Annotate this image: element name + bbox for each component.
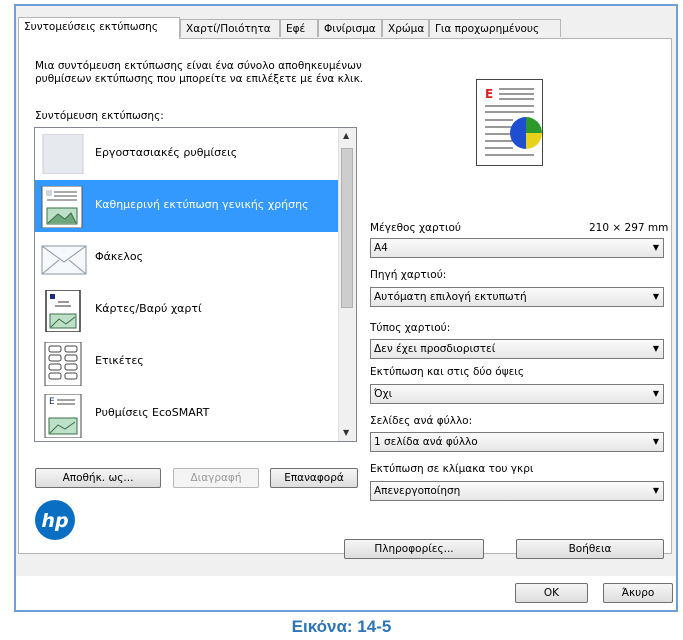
paper-source-value: Αυτόματη επιλογή εκτυπωτή — [374, 291, 527, 303]
shortcuts-label: Συντόμευση εκτύπωσης: — [35, 110, 164, 122]
tab-paper-quality[interactable]: Χαρτί/Ποιότητα — [180, 19, 280, 37]
preview-letter: E — [485, 87, 493, 101]
page-preview: E — [476, 79, 543, 166]
paper-source-label: Πηγή χαρτιού: — [370, 269, 447, 281]
chevron-down-icon: ▼ — [652, 292, 659, 301]
card-icon — [45, 290, 81, 332]
shortcuts-description: Μια συντόμευση εκτύπωσης είναι ένα σύνολ… — [35, 60, 364, 85]
chevron-down-icon: ▼ — [652, 437, 659, 446]
chevron-down-icon: ▼ — [652, 389, 659, 398]
shortcut-label: Ρυθμίσεις EcoSMART — [95, 406, 210, 419]
paper-type-label: Τύπος χαρτιού: — [370, 322, 451, 334]
shortcut-factory-defaults[interactable]: Εργοστασιακές ρυθμίσεις — [35, 128, 339, 180]
shortcut-ecosmart[interactable]: E Ρυθμίσεις EcoSMART — [35, 388, 339, 440]
tab-print-shortcuts[interactable]: Συντομεύσεις εκτύπωσης — [18, 17, 180, 39]
scroll-down-arrow-icon[interactable]: ▼ — [343, 428, 349, 437]
info-button[interactable]: Πληροφορίες... — [344, 539, 484, 559]
scroll-thumb[interactable] — [341, 148, 353, 308]
save-as-button[interactable]: Αποθήκ. ως... — [35, 468, 161, 488]
shortcuts-list[interactable]: Εργοστασιακές ρυθμίσεις Καθημερινή εκτύπ… — [34, 127, 357, 442]
ok-button[interactable]: OK — [515, 583, 588, 603]
blank-page-icon — [42, 134, 84, 174]
shortcut-label: Εργοστασιακές ρυθμίσεις — [95, 146, 238, 159]
chevron-down-icon: ▼ — [652, 486, 659, 495]
shortcut-label: Καθημερινή εκτύπωση γενικής χρήσης — [95, 198, 309, 211]
preview-document-icon: E — [485, 87, 542, 156]
ecosmart-icon: E — [44, 394, 82, 438]
chevron-down-icon: ▼ — [652, 243, 659, 252]
tab-advanced[interactable]: Για προχωρημένους — [429, 19, 561, 37]
paper-size-value: A4 — [374, 242, 388, 254]
svg-text:E: E — [49, 397, 55, 407]
paper-type-select[interactable]: Δεν έχει προσδιοριστεί ▼ — [370, 339, 664, 359]
labels-icon — [44, 342, 82, 386]
envelope-icon — [41, 245, 87, 275]
cancel-button[interactable]: Άκυρο — [603, 583, 673, 603]
paper-type-value: Δεν έχει προσδιοριστεί — [374, 343, 496, 355]
paper-source-select[interactable]: Αυτόματη επιλογή εκτυπωτή ▼ — [370, 287, 664, 307]
duplex-label: Εκτύπωση και στις δύο όψεις — [370, 366, 525, 378]
paper-size-dims: 210 × 297 mm — [589, 222, 669, 234]
document-photo-icon — [41, 186, 83, 228]
grayscale-value: Απενεργοποίηση — [374, 485, 461, 497]
shortcut-label: Φάκελος — [95, 250, 144, 263]
pages-per-sheet-label: Σελίδες ανά φύλλο: — [370, 415, 473, 427]
tab-color[interactable]: Χρώμα — [382, 19, 429, 37]
shortcut-label: Ετικέτες — [95, 354, 144, 367]
hp-logo: hp — [35, 500, 75, 540]
shortcut-cards-heavy[interactable]: Κάρτες/Βαρύ χαρτί — [35, 284, 339, 336]
paper-size-label: Μέγεθος χαρτιού — [370, 222, 461, 234]
shortcut-label: Κάρτες/Βαρύ χαρτί — [95, 302, 202, 315]
chevron-down-icon: ▼ — [652, 344, 659, 353]
svg-text:hp: hp — [41, 510, 68, 532]
reset-button[interactable]: Επαναφορά — [270, 468, 358, 488]
shortcut-envelope[interactable]: Φάκελος — [35, 232, 339, 284]
shortcuts-scrollbar[interactable]: ▲ ▼ — [338, 128, 356, 441]
paper-size-select[interactable]: A4 ▼ — [370, 238, 664, 258]
duplex-value: Όχι — [374, 388, 393, 400]
shortcut-everyday-printing[interactable]: Καθημερινή εκτύπωση γενικής χρήσης — [35, 180, 339, 232]
tab-effects[interactable]: Εφέ — [280, 19, 318, 37]
hp-logo-mark: hp — [41, 510, 68, 532]
pages-per-sheet-select[interactable]: 1 σελίδα ανά φύλλο ▼ — [370, 432, 664, 452]
tab-finishing[interactable]: Φινίρισμα — [318, 19, 382, 37]
duplex-select[interactable]: Όχι ▼ — [370, 384, 664, 404]
grayscale-label: Εκτύπωση σε κλίμακα του γκρι — [370, 463, 534, 475]
help-button[interactable]: Βοήθεια — [516, 539, 664, 559]
grayscale-select[interactable]: Απενεργοποίηση ▼ — [370, 481, 664, 501]
figure-caption: Εικόνα: 14-5 — [291, 617, 392, 636]
delete-button[interactable]: Διαγραφή — [173, 468, 259, 488]
scroll-up-arrow-icon[interactable]: ▲ — [343, 131, 349, 140]
pages-per-sheet-value: 1 σελίδα ανά φύλλο — [374, 436, 478, 448]
shortcut-labels[interactable]: Ετικέτες — [35, 336, 339, 388]
